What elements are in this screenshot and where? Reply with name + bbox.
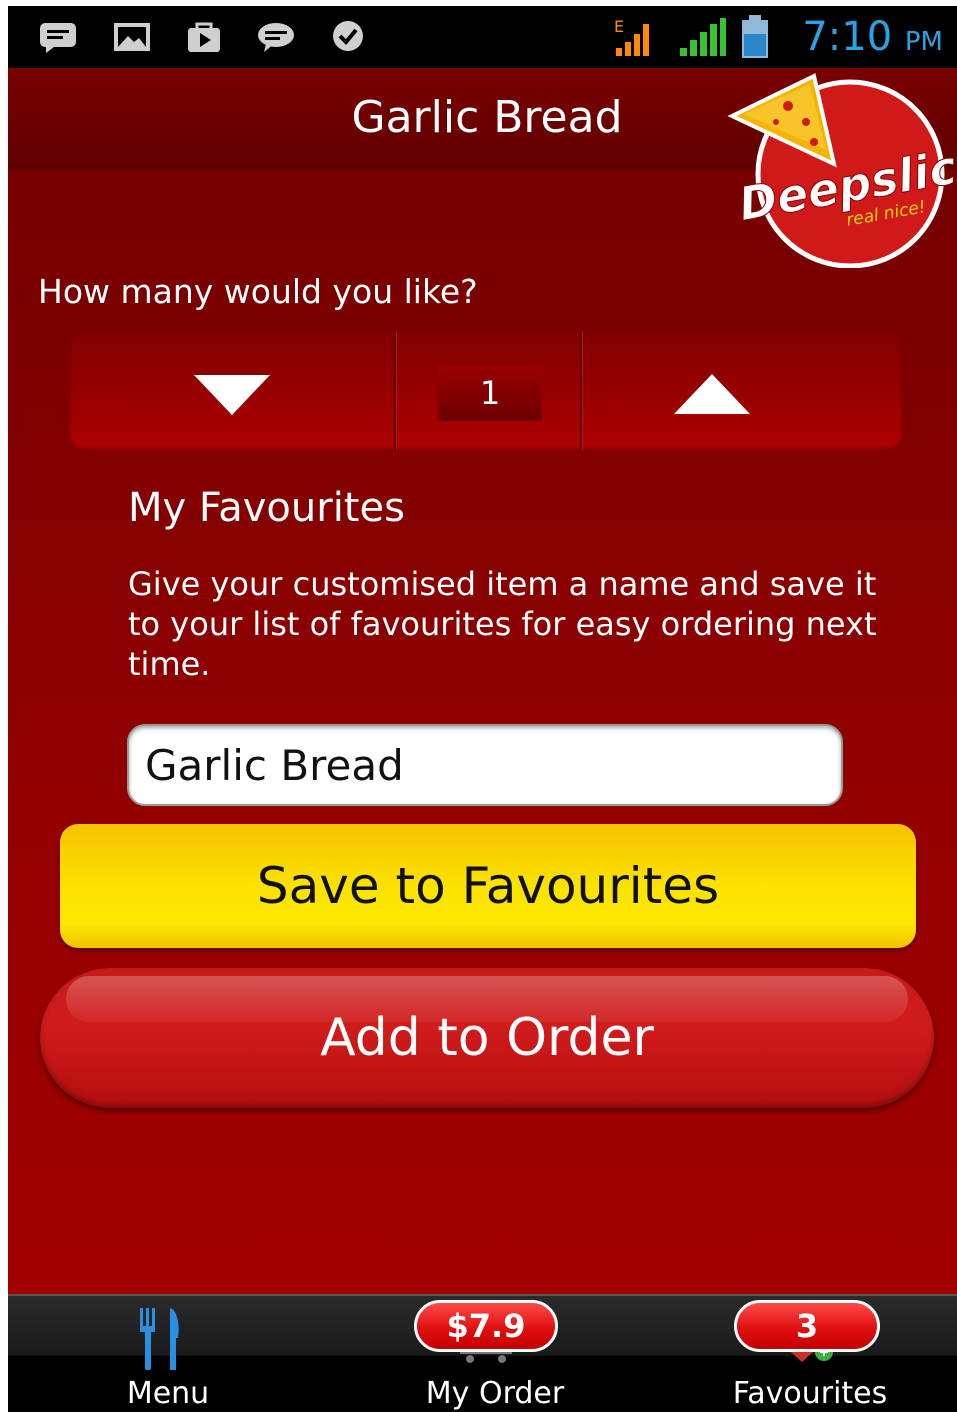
status-time: 7:10 PM [802,14,943,60]
bbm-icon [333,21,363,51]
save-to-favourites-button[interactable]: Save to Favourites [60,824,916,948]
nav-my-order-label: My Order [425,1376,565,1411]
quantity-prompt: How many would you like? [38,272,478,311]
decrease-quantity-button[interactable] [70,332,394,450]
data-signal-icon: E [614,17,649,56]
fork-knife-icon [140,1308,179,1370]
favourites-description: Give your customised item a name and sav… [128,565,877,683]
store-icon [188,22,220,52]
app-screen: E 7:10 PM Garlic Bread Deepslice real ni… [8,6,957,1412]
add-to-order-label: Add to Order [320,1008,654,1068]
sms-icon [40,23,76,53]
favourite-name-input[interactable] [127,724,843,806]
nav-favourites-label: Favourites [732,1376,888,1411]
nav-my-order[interactable]: $7.9 My Order [408,1296,582,1412]
nav-menu[interactable]: Menu [88,1296,248,1412]
quantity-value: 1 [438,365,542,421]
bottom-nav: Menu $7.9 My Order 3 Favourites [8,1294,957,1412]
deepslice-logo: Deepslice real nice! [727,73,957,268]
chat-icon [258,23,294,52]
increase-quantity-button[interactable] [582,332,902,450]
nav-menu-label: Menu [126,1376,210,1411]
favourites-title: My Favourites [128,485,405,531]
stepper-divider [394,332,396,450]
svg-text:E: E [614,17,624,36]
battery-icon [742,15,768,58]
add-to-order-button[interactable]: Add to Order [40,968,934,1108]
nav-favourites[interactable]: 3 Favourites [720,1296,900,1412]
favourites-count-badge: 3 [734,1300,880,1352]
arrow-up-icon [674,374,750,414]
gallery-icon [114,23,150,51]
quantity-stepper: 1 [70,332,902,450]
status-bar: E 7:10 PM [8,6,957,68]
arrow-down-icon [194,375,270,415]
order-total-badge: $7.9 [414,1300,558,1352]
signal-strength-icon [680,18,726,56]
